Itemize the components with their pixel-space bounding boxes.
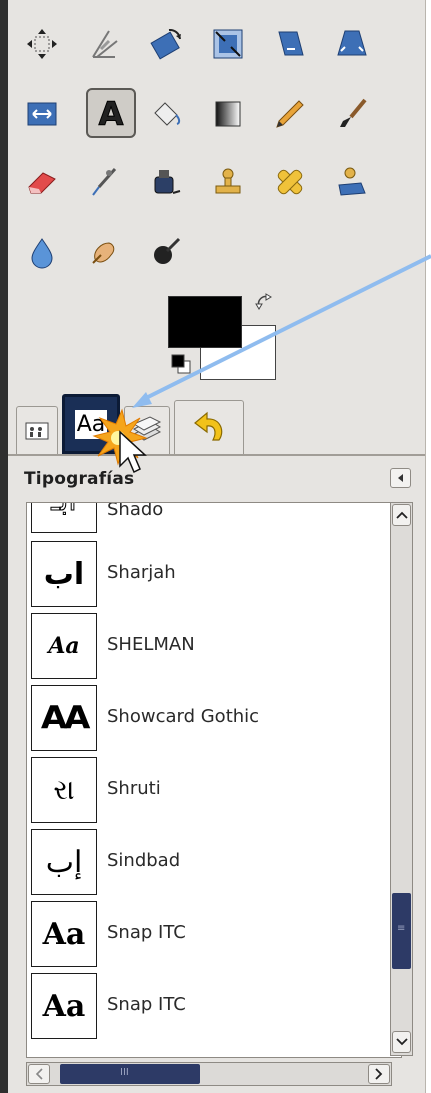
annotation-overlay — [92, 254, 431, 474]
gimp-dock-window: A Aa Tipografías Shado اب Sharjah Aa SHE… — [0, 0, 431, 1093]
annotation-arrow — [141, 254, 431, 402]
